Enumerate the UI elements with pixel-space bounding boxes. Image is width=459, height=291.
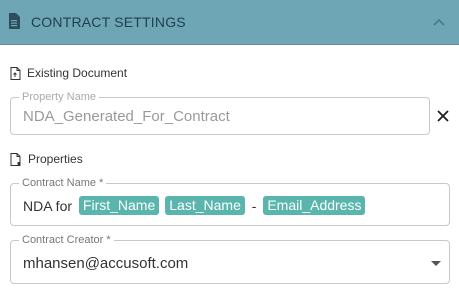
contract-name-field[interactable]: Contract Name * NDA for First_Name Last_… — [10, 177, 450, 226]
existing-document-label: Existing Document — [10, 66, 127, 80]
token-separator: - — [247, 197, 261, 214]
property-name-legend: Property Name — [19, 91, 99, 103]
contract-name-prefix: NDA for — [23, 197, 76, 214]
panel-title: CONTRACT SETTINGS — [31, 14, 186, 30]
contract-creator-value: mhansen@accusoft.com — [23, 255, 189, 272]
property-name-value: NDA_Generated_For_Contract — [23, 108, 230, 125]
contract-creator-select[interactable]: Contract Creator * mhansen@accusoft.com — [10, 234, 450, 284]
file-edit-icon — [10, 152, 21, 166]
token-first-name[interactable]: First_Name — [78, 196, 160, 215]
token-email-address[interactable]: Email_Address — [263, 196, 366, 215]
chevron-up-icon[interactable] — [433, 18, 445, 26]
existing-document-text: Existing Document — [27, 66, 128, 80]
document-icon — [9, 13, 20, 29]
token-last-name[interactable]: Last_Name — [165, 196, 245, 215]
close-icon[interactable] — [437, 110, 449, 122]
properties-label: Properties — [10, 152, 83, 166]
properties-text: Properties — [28, 152, 83, 166]
contract-name-legend: Contract Name * — [19, 177, 107, 189]
contract-name-value: NDA for First_Name Last_Name - Email_Add… — [23, 196, 368, 215]
file-icon — [10, 66, 21, 80]
property-name-field[interactable]: Property Name NDA_Generated_For_Contract — [10, 91, 430, 135]
contract-creator-legend: Contract Creator * — [19, 234, 114, 246]
caret-down-icon[interactable] — [431, 261, 441, 266]
panel-header[interactable]: CONTRACT SETTINGS — [0, 0, 459, 45]
contract-settings-panel: CONTRACT SETTINGS Existing Document Prop… — [0, 0, 459, 291]
